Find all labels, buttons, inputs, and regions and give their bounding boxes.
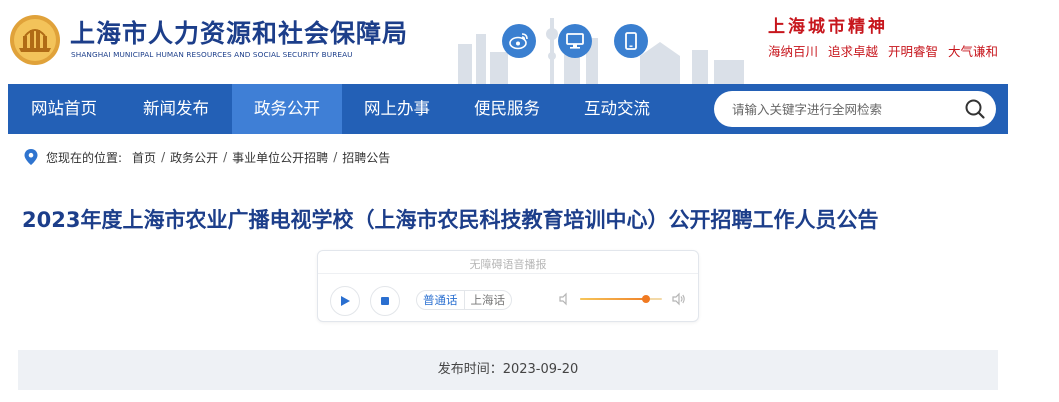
spirit-tag: 海纳百川 (768, 44, 819, 59)
nav-item-online-services[interactable]: 网上办事 (342, 84, 452, 134)
main-nav: 网站首页 新闻发布 政务公开 网上办事 便民服务 互动交流 (8, 84, 1008, 134)
nav-item-public-services[interactable]: 便民服务 (452, 84, 562, 134)
publish-date-label: 发布时间： (437, 362, 503, 377)
article-title: 2023年度上海市农业广播电视学校（上海市农民科技教育培训中心）公开招聘工作人员… (22, 208, 879, 232)
play-icon (341, 296, 350, 306)
breadcrumb-separator: / (223, 150, 228, 164)
voice-option-shanghainese[interactable]: 上海话 (463, 291, 512, 309)
desktop-icon (566, 33, 584, 49)
volume-slider-fill (580, 298, 646, 300)
nav-item-interaction[interactable]: 互动交流 (562, 84, 672, 134)
city-skyline-decoration (458, 18, 744, 84)
publish-date: 发布时间：2023-09-20 (18, 350, 998, 390)
weibo-icon (509, 33, 528, 50)
city-spirit-tags: 海纳百川 追求卓越 开明睿智 大气谦和 (768, 41, 1004, 60)
breadcrumb-government-affairs[interactable]: 政务公开 (170, 149, 218, 166)
spirit-tag: 追求卓越 (828, 44, 879, 59)
stop-button[interactable] (370, 286, 400, 316)
search-box (714, 91, 996, 127)
site-header: 上海市人力资源和社会保障局 SHANGHAI MUNICIPAL HUMAN R… (0, 0, 1059, 84)
nav-item-home[interactable]: 网站首页 (8, 84, 120, 134)
voice-language-toggle: 普通话 上海话 (416, 290, 512, 310)
nav-item-government-affairs[interactable]: 政务公开 (232, 84, 342, 134)
nav-item-news[interactable]: 新闻发布 (120, 84, 232, 134)
volume-slider-handle[interactable] (641, 295, 650, 303)
location-pin-icon (24, 149, 38, 165)
play-button[interactable] (330, 286, 360, 316)
audio-player-divider (318, 273, 698, 274)
site-title[interactable]: 上海市人力资源和社会保障局 (70, 14, 408, 50)
mobile-icon (625, 32, 637, 50)
weibo-button[interactable] (502, 24, 536, 58)
breadcrumb-separator: / (161, 150, 166, 164)
spirit-tag: 大气谦和 (948, 44, 999, 59)
search-icon[interactable] (964, 98, 986, 120)
audio-player: 无障碍语音播报 普通话 上海话 (317, 250, 699, 322)
volume-slider[interactable] (580, 295, 662, 303)
search-input[interactable] (732, 91, 952, 127)
breadcrumb-label: 您现在的位置: (46, 150, 123, 165)
stop-icon (381, 297, 389, 305)
bureau-emblem-icon[interactable] (9, 14, 61, 66)
breadcrumb-recruitment-notice[interactable]: 招聘公告 (342, 149, 390, 166)
publish-info-bar: 发布时间：2023-09-20 (18, 350, 998, 390)
spirit-tag: 开明睿智 (888, 44, 939, 59)
mobile-site-button[interactable] (614, 24, 648, 58)
breadcrumb-separator: / (333, 150, 338, 164)
publish-date-value: 2023-09-20 (502, 362, 579, 377)
site-title-english: SHANGHAI MUNICIPAL HUMAN RESOURCES AND S… (71, 50, 353, 59)
breadcrumb-public-recruitment[interactable]: 事业单位公开招聘 (232, 149, 328, 166)
breadcrumb-home[interactable]: 首页 (132, 149, 156, 166)
voice-option-mandarin[interactable]: 普通话 (417, 291, 464, 309)
city-spirit-title: 上海城市精神 (768, 17, 888, 37)
audio-player-label: 无障碍语音播报 (469, 258, 547, 271)
volume-low-icon[interactable] (558, 292, 572, 306)
volume-high-icon[interactable] (672, 292, 686, 306)
breadcrumb: 您现在的位置: 首页 / 政务公开 / 事业单位公开招聘 / 招聘公告 (24, 148, 390, 166)
desktop-site-button[interactable] (558, 24, 592, 58)
